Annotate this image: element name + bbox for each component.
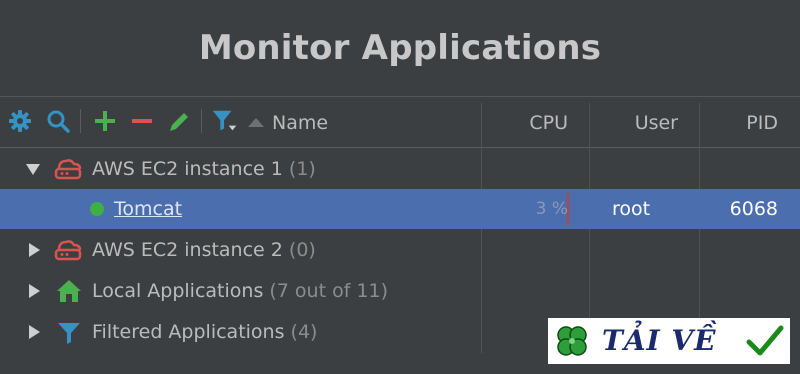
node-count: (4) [290, 321, 318, 343]
plus-icon[interactable] [91, 107, 119, 135]
cpu-usage-bar [567, 193, 569, 225]
tree-row-tomcat[interactable]: Tomcat 3 % root 6068 [0, 189, 800, 229]
tree-row-aws-ec2-instance-2[interactable]: AWS EC2 instance 2 (0) [0, 230, 800, 270]
node-name: AWS EC2 instance 1 [92, 158, 283, 180]
column-header-cpu[interactable]: CPU [482, 97, 568, 147]
home-icon [56, 279, 82, 307]
application-name[interactable]: Tomcat [114, 198, 182, 220]
sort-ascending-icon[interactable] [248, 118, 264, 127]
application-link[interactable]: Tomcat [114, 189, 182, 229]
search-icon[interactable] [44, 107, 72, 135]
collapse-arrow-icon[interactable] [29, 243, 40, 257]
toolbar-separator [201, 109, 202, 133]
column-header-pid[interactable]: PID [700, 97, 778, 147]
tree-row-local-applications[interactable]: Local Applications (7 out of 11) [0, 271, 800, 311]
collapse-arrow-icon[interactable] [29, 284, 40, 298]
cpu-value: 3 % [535, 199, 568, 219]
filter-icon[interactable] [211, 107, 239, 135]
watermark-text: TẢI VỀ [602, 324, 717, 357]
watermark-logo: TẢI VỀ [548, 318, 790, 364]
user-value: root [612, 198, 651, 220]
gear-icon[interactable] [6, 107, 34, 135]
tree-node-label: AWS EC2 instance 2 (0) [92, 230, 316, 270]
clover-icon [552, 322, 592, 366]
tree-node-label: Filtered Applications (4) [92, 312, 317, 352]
window-title: Monitor Applications [198, 28, 602, 68]
toolbar-separator [80, 109, 81, 133]
checkmark-icon [746, 324, 784, 362]
node-count: (0) [288, 239, 316, 261]
expand-arrow-icon[interactable] [26, 164, 40, 175]
collapse-arrow-icon[interactable] [29, 325, 40, 339]
node-count: (1) [288, 158, 316, 180]
cloud-server-icon [54, 157, 82, 185]
running-status-icon [90, 202, 104, 216]
node-name: Local Applications [92, 280, 264, 302]
tree-row-aws-ec2-instance-1[interactable]: AWS EC2 instance 1 (1) [0, 149, 800, 189]
tree-node-label: AWS EC2 instance 1 (1) [92, 149, 316, 189]
column-header-name[interactable]: Name [272, 97, 328, 147]
cloud-server-icon [54, 238, 82, 266]
column-header-user[interactable]: User [590, 97, 678, 147]
node-name: AWS EC2 instance 2 [92, 239, 283, 261]
tree-node-label: Local Applications (7 out of 11) [92, 271, 388, 311]
minus-icon[interactable] [128, 107, 156, 135]
pid-value: 6068 [729, 198, 778, 220]
filter-icon [57, 321, 81, 349]
node-name: Filtered Applications [92, 321, 285, 343]
table-header: Name CPU User PID [0, 97, 800, 148]
edit-icon[interactable] [166, 107, 194, 135]
node-count: (7 out of 11) [269, 280, 389, 302]
